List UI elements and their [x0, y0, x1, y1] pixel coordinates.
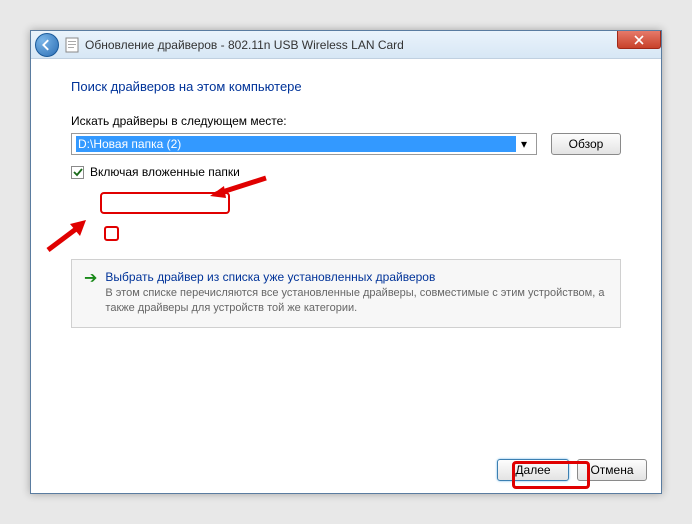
path-value: D:\Новая папка (2) — [76, 136, 516, 152]
content-area: Поиск драйверов на этом компьютере Искат… — [31, 59, 661, 493]
file-icon — [65, 37, 79, 53]
back-button[interactable] — [35, 33, 59, 57]
dialog-window: Обновление драйверов - 802.11n USB Wirel… — [30, 30, 662, 494]
include-subfolders-checkbox[interactable] — [71, 166, 84, 179]
chevron-down-icon[interactable]: ▾ — [516, 137, 532, 151]
path-combobox[interactable]: D:\Новая папка (2) ▾ — [71, 133, 537, 155]
close-button[interactable] — [617, 31, 661, 49]
browse-button[interactable]: Обзор — [551, 133, 621, 155]
footer-buttons: Далее Отмена — [497, 459, 647, 481]
window-title: Обновление драйверов - 802.11n USB Wirel… — [85, 38, 404, 52]
path-row: D:\Новая папка (2) ▾ Обзор — [71, 133, 621, 155]
back-arrow-icon — [41, 39, 53, 51]
info-text: Выбрать драйвер из списка уже установлен… — [105, 270, 608, 317]
arrow-right-icon: ➔ — [84, 271, 97, 317]
info-desc: В этом списке перечисляются все установл… — [105, 286, 608, 317]
pick-from-list-option[interactable]: ➔ Выбрать драйвер из списка уже установл… — [71, 259, 621, 328]
path-label: Искать драйверы в следующем месте: — [71, 114, 621, 128]
include-subfolders-label: Включая вложенные папки — [90, 165, 240, 179]
titlebar: Обновление драйверов - 802.11n USB Wirel… — [31, 31, 661, 59]
cancel-button[interactable]: Отмена — [577, 459, 647, 481]
page-heading: Поиск драйверов на этом компьютере — [71, 79, 621, 94]
next-button[interactable]: Далее — [497, 459, 569, 481]
info-title: Выбрать драйвер из списка уже установлен… — [105, 270, 608, 284]
include-subfolders-row: Включая вложенные папки — [71, 165, 621, 179]
close-icon — [634, 35, 644, 45]
checkmark-icon — [73, 167, 83, 177]
